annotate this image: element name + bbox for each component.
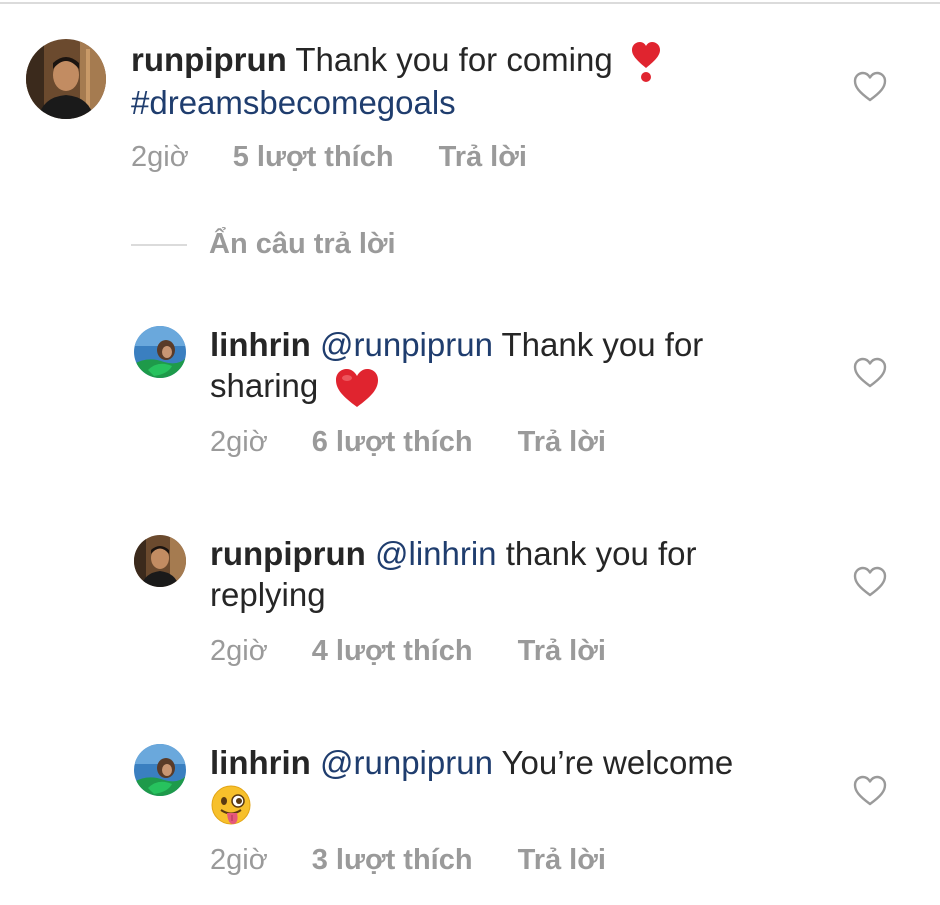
avatar[interactable] [134,326,186,378]
avatar[interactable] [26,39,106,119]
comment-body: You’re welcome [501,744,734,781]
comment-meta: 2giờ 5 lượt thích Trả lời [131,141,527,174]
comment-body: Thank you for coming [295,41,613,78]
avatar-photo [134,326,186,378]
hide-replies-toggle[interactable]: Ẩn câu trả lời [131,228,396,261]
comment-body: Thank you for [501,326,704,363]
avatar-photo [26,39,106,119]
like-heart-icon[interactable] [853,357,887,389]
comment-text: runpiprun @linhrin thank you for replyin… [210,533,830,615]
hide-replies-line [131,243,187,246]
hide-replies-label[interactable]: Ẩn câu trả lời [209,228,396,261]
comment-text: linhrin @runpiprun You’re welcome [210,742,850,827]
avatar-photo [134,744,186,796]
red-heart-emoji [335,368,379,408]
mention-link[interactable]: @runpiprun [320,744,493,781]
likes-count-link[interactable]: 6 lượt thích [312,426,473,459]
like-heart-icon[interactable] [853,71,887,103]
likes-count-link[interactable]: 3 lượt thích [312,844,473,877]
top-divider [0,2,940,4]
comment-username[interactable]: linhrin [210,744,311,781]
comment-time: 2giờ [210,426,268,458]
mention-link[interactable]: @linhrin [375,535,497,572]
like-heart-icon[interactable] [853,775,887,807]
like-heart-icon[interactable] [853,566,887,598]
comment-text: runpiprun Thank you for coming #dreamsbe… [131,39,831,123]
reply-button[interactable]: Trả lời [518,635,606,668]
winking-face-with-tongue-emoji [210,785,252,827]
likes-count-link[interactable]: 4 lượt thích [312,635,473,668]
reply-button[interactable]: Trả lời [439,141,527,174]
avatar-photo [134,535,186,587]
comment-time: 2giờ [131,141,189,173]
avatar[interactable] [134,535,186,587]
comment-text: linhrin @runpiprun Thank you for sharing [210,324,830,408]
comment-username[interactable]: runpiprun [131,41,287,78]
comment-time: 2giờ [210,844,268,876]
comment-body-cont: replying [210,576,326,613]
comment-time: 2giờ [210,635,268,667]
comment-body: thank you for [505,535,697,572]
avatar[interactable] [134,744,186,796]
comment-meta: 2giờ 6 lượt thích Trả lời [210,426,606,459]
comment-username[interactable]: runpiprun [210,535,366,572]
hashtag-link[interactable]: #dreamsbecomegoals [131,84,456,121]
comment-username[interactable]: linhrin [210,326,311,363]
reply-button[interactable]: Trả lời [518,844,606,877]
comment-meta: 2giờ 4 lượt thích Trả lời [210,635,606,668]
comment-body-cont: sharing [210,367,319,404]
mention-link[interactable]: @runpiprun [320,326,493,363]
reply-button[interactable]: Trả lời [518,426,606,459]
likes-count-link[interactable]: 5 lượt thích [233,141,394,174]
comment-meta: 2giờ 3 lượt thích Trả lời [210,844,606,877]
heart-exclamation-emoji [631,42,660,83]
